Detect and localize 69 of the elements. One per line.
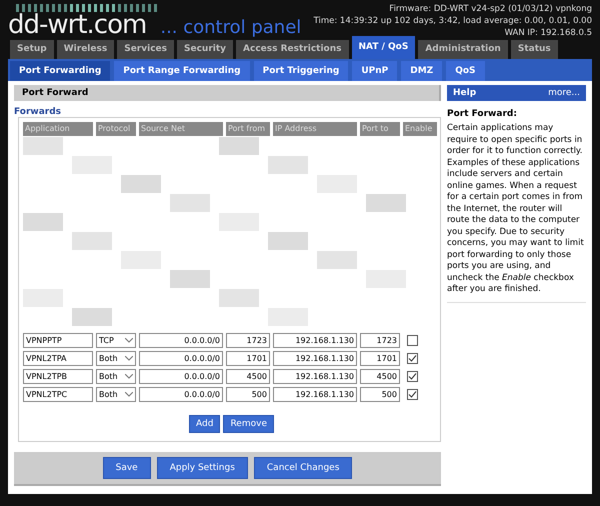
source-net-field[interactable]: 0.0.0.0/0	[139, 368, 223, 384]
nav-tab[interactable]: Security	[177, 40, 234, 59]
source-net-field[interactable]: 0.0.0.0/0	[139, 386, 223, 402]
source-net-field[interactable]: 0.0.0.0/0	[139, 350, 223, 366]
more-link[interactable]: more...	[548, 88, 580, 98]
port-from-field[interactable]: 500	[226, 386, 270, 402]
port-to-field[interactable]: 1723	[360, 332, 400, 348]
enable-checkbox[interactable]	[407, 352, 418, 364]
enable-checkbox[interactable]	[407, 388, 418, 400]
column-header: Enable	[403, 122, 437, 136]
protocol-select[interactable]: Both	[96, 386, 136, 402]
application-field[interactable]: VPNL2TPB	[23, 368, 93, 384]
nav-tab[interactable]: NAT / QoS	[352, 36, 416, 59]
help-heading: Port Forward:	[447, 109, 518, 119]
column-header: Port to	[360, 122, 400, 136]
ip-address-field[interactable]: 192.168.1.130	[273, 332, 357, 348]
application-field[interactable]: VPNL2TPA	[23, 350, 93, 366]
column-header: IP Address	[273, 122, 357, 136]
caret-icon	[125, 338, 133, 342]
sub-tab[interactable]: Port Triggering	[254, 61, 348, 81]
footer-button[interactable]: Cancel Changes	[254, 457, 352, 479]
sub-tab[interactable]: Port Forwarding	[10, 61, 110, 81]
nav-tab[interactable]: Access Restrictions	[236, 40, 349, 59]
port-to-field[interactable]: 500	[360, 386, 400, 402]
enable-checkbox[interactable]	[407, 334, 418, 346]
column-header: Application	[23, 122, 93, 136]
application-field[interactable]: VPNL2TPC	[23, 386, 93, 402]
nav-tab[interactable]: Wireless	[56, 40, 114, 59]
fieldset-legend: Forwards	[14, 107, 441, 117]
port-to-field[interactable]: 4500	[360, 368, 400, 384]
application-field[interactable]: VPNPPTP	[23, 332, 93, 348]
sub-tab[interactable]: Port Range Forwarding	[114, 61, 250, 81]
ip-address-field[interactable]: 192.168.1.130	[273, 368, 357, 384]
section-title: Port Forward	[14, 85, 441, 101]
logo: dd-wrt.com	[8, 12, 146, 38]
help-title: Help	[453, 88, 476, 98]
nav-tab[interactable]: Services	[117, 40, 174, 59]
protocol-select[interactable]: Both	[96, 350, 136, 366]
port-to-field[interactable]: 1701	[360, 350, 400, 366]
column-header: Source Net	[139, 122, 223, 136]
column-header: Port from	[226, 122, 270, 136]
uptime-text: Time: 14:39:32 up 102 days, 3:42, load average: 0.00, 0.01, 0.00	[314, 15, 592, 27]
firmware-text: Firmware: DD-WRT v24-sp2 (01/03/12) vpnkong	[389, 3, 592, 15]
port-from-field[interactable]: 1723	[226, 332, 270, 348]
sub-tab[interactable]: DMZ	[401, 61, 442, 81]
table-button[interactable]: Remove	[223, 415, 274, 433]
logo-subtitle: ... control panel	[160, 17, 302, 38]
column-header: Protocol	[96, 122, 136, 136]
nav-tab[interactable]: Setup	[10, 40, 54, 59]
nav-tab[interactable]: Administration	[418, 40, 508, 59]
source-net-field[interactable]: 0.0.0.0/0	[139, 332, 223, 348]
help-text: Certain applications may require to open specific ports in order for it to function correctly. Examples of these applications include servers and certain online games. When a request for a certain port comes in from the Internet, the router will route the data to the computer you specify. Due to security concerns, you may want to limit port forwarding to only those ports you are using, and uncheck the Enable checkbox after you are finished.	[447, 123, 586, 302]
port-from-field[interactable]: 4500	[226, 368, 270, 384]
table-button[interactable]: Add	[189, 415, 220, 433]
footer-button[interactable]: Save	[102, 457, 151, 479]
enable-checkbox[interactable]	[407, 370, 418, 382]
port-from-field[interactable]: 1701	[226, 350, 270, 366]
wan-ip-text: WAN IP: 192.168.0.5	[504, 27, 592, 39]
protocol-select[interactable]: Both	[96, 368, 136, 384]
sub-tab[interactable]: UPnP	[352, 61, 398, 81]
caret-icon	[125, 374, 133, 378]
ip-address-field[interactable]: 192.168.1.130	[273, 350, 357, 366]
nav-tab[interactable]: Status	[510, 40, 558, 59]
footer-button[interactable]: Apply Settings	[156, 457, 248, 479]
ip-address-field[interactable]: 192.168.1.130	[273, 386, 357, 402]
protocol-select[interactable]: TCP	[96, 332, 136, 348]
caret-icon	[125, 356, 133, 360]
sub-tab[interactable]: QoS	[446, 61, 485, 81]
caret-icon	[125, 392, 133, 396]
